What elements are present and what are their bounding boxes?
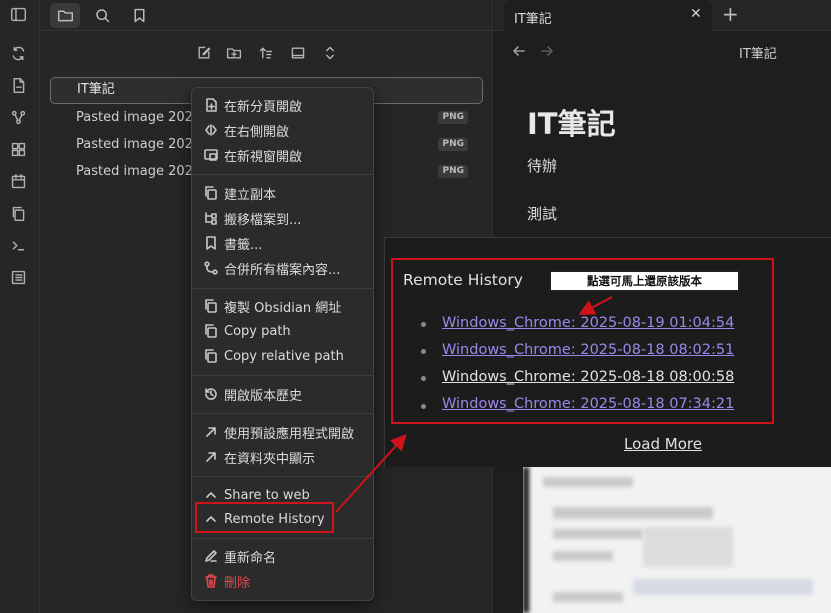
arrow-to-entry: [578, 296, 613, 315]
arrow-to-history: [335, 434, 407, 513]
annotation-arrows: [335, 296, 613, 513]
